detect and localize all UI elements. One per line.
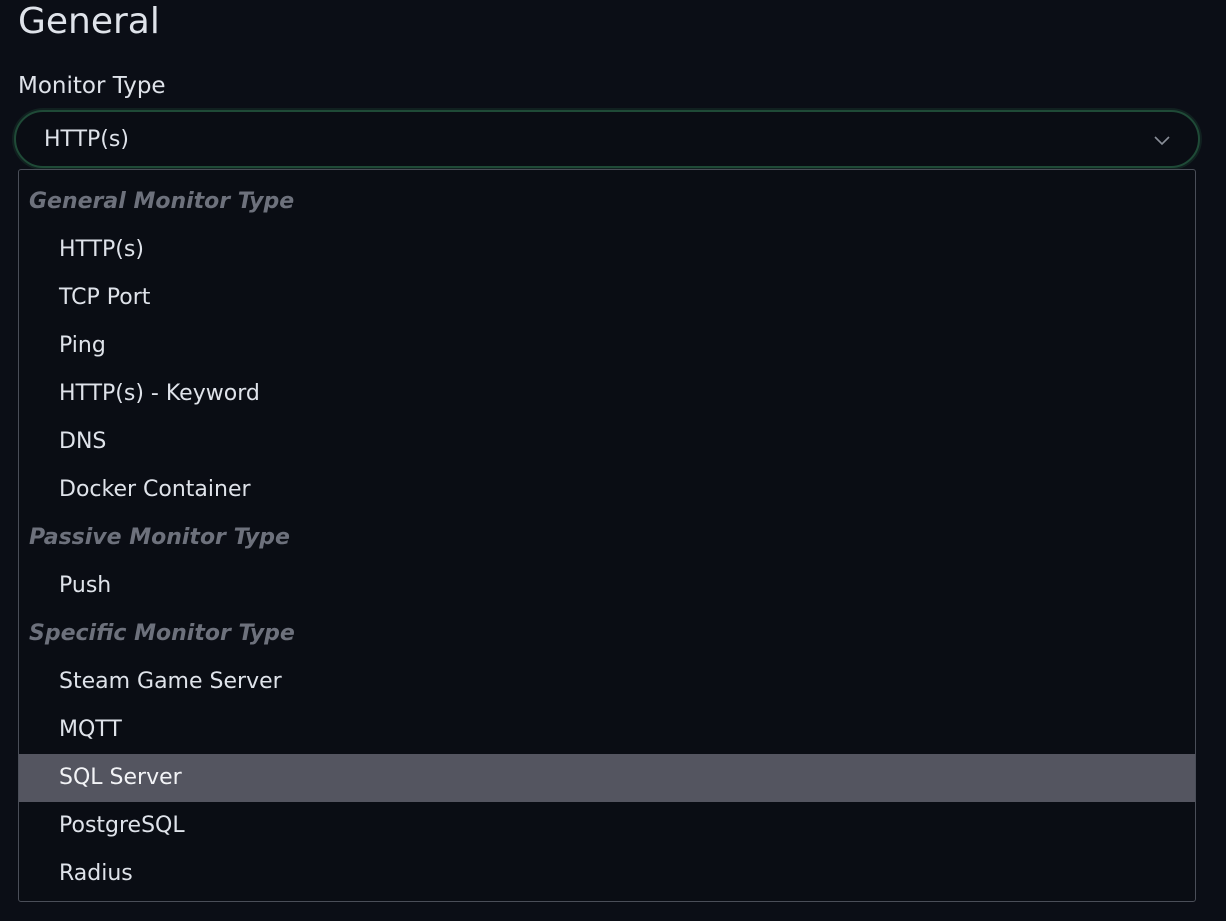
option-ping[interactable]: Ping: [19, 322, 1195, 370]
option-docker-container[interactable]: Docker Container: [19, 466, 1195, 514]
option-push[interactable]: Push: [19, 562, 1195, 610]
option-http-keyword[interactable]: HTTP(s) - Keyword: [19, 370, 1195, 418]
optgroup-label-passive: Passive Monitor Type: [29, 525, 290, 550]
optgroup-label-general: General Monitor Type: [29, 189, 295, 214]
option-mqtt[interactable]: MQTT: [19, 706, 1195, 754]
chevron-down-icon: [1154, 136, 1170, 146]
option-postgresql[interactable]: PostgreSQL: [19, 802, 1195, 850]
option-steam-game-server[interactable]: Steam Game Server: [19, 658, 1195, 706]
option-tcp-port[interactable]: TCP Port: [19, 274, 1195, 322]
monitor-type-dropdown-list[interactable]: General Monitor Type HTTP(s) TCP Port Pi…: [18, 169, 1196, 902]
monitor-settings-page: General Monitor Type HTTP(s) General Mon…: [0, 0, 1226, 921]
obscured-background-text: [420, 903, 780, 921]
monitor-type-selected-value: HTTP(s): [44, 127, 129, 152]
option-dns[interactable]: DNS: [19, 418, 1195, 466]
option-http[interactable]: HTTP(s): [19, 226, 1195, 274]
section-title: General: [18, 1, 160, 42]
monitor-type-label: Monitor Type: [18, 73, 166, 99]
optgroup-label-specific: Specific Monitor Type: [29, 621, 295, 646]
option-sql-server[interactable]: SQL Server: [19, 754, 1195, 802]
option-radius[interactable]: Radius: [19, 850, 1195, 898]
monitor-type-select[interactable]: HTTP(s): [14, 110, 1200, 168]
